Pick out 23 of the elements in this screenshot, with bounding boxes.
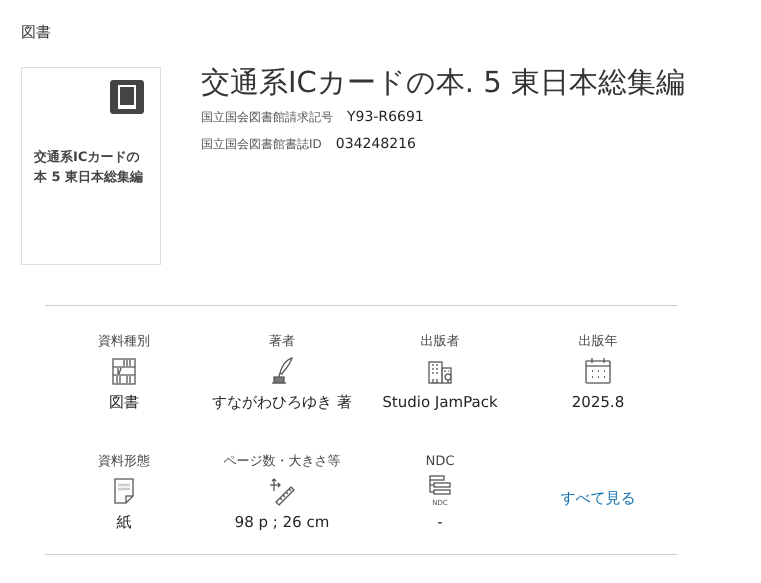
identifier-value: Y93-R6691: [347, 108, 424, 127]
see-all-link[interactable]: すべて見る: [560, 486, 636, 510]
field-label: 出版者: [420, 333, 460, 351]
category-label: 図書: [21, 22, 52, 43]
identifier-label: 国立国会図書館書誌ID: [201, 136, 322, 153]
identifier-value: 034248216: [336, 135, 416, 154]
field-label: NDC: [426, 453, 454, 471]
field-label: 著者: [269, 333, 295, 351]
book-icon: [110, 80, 144, 114]
field-label: 資料種別: [98, 333, 150, 351]
field-label: 出版年: [578, 333, 618, 351]
thumbnail-title: 交通系ICカードの本 5 東日本総集編: [32, 148, 144, 187]
field-value: すながわひろゆき 著: [212, 392, 352, 413]
field-value: 紙: [116, 512, 132, 533]
field-value: 98 p ; 26 cm: [234, 512, 330, 533]
field-label: 資料形態: [98, 453, 150, 471]
field-value: 2025.8: [572, 392, 624, 413]
identifier-label: 国立国会図書館請求記号: [201, 109, 333, 126]
field-value: Studio JamPack: [382, 392, 498, 413]
book-title: 交通系ICカードの本. 5 東日本総集編: [201, 64, 685, 100]
field-label: ページ数・大きさ等: [224, 453, 340, 471]
field-value: -: [437, 512, 443, 533]
field-value: 図書: [109, 392, 139, 413]
